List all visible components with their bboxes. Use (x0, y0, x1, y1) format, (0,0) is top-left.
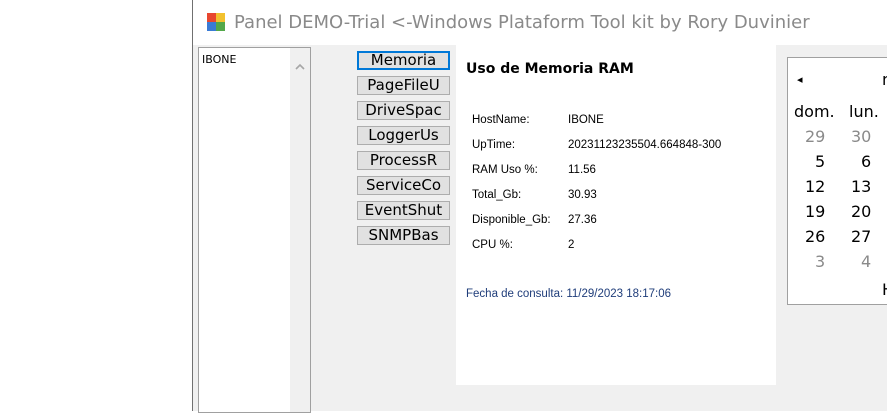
cpu-label: CPU %: (472, 239, 513, 251)
pagefile-button[interactable]: PageFileU (357, 76, 450, 95)
chevron-left-icon[interactable]: ◂ (797, 73, 803, 86)
memoria-button[interactable]: Memoria (357, 51, 450, 70)
drivespace-button[interactable]: DriveSpac (357, 101, 450, 120)
calendar-day[interactable]: 30 (851, 127, 871, 146)
app-icon (207, 13, 225, 31)
calendar-day[interactable]: 4 (861, 252, 871, 271)
hostname-value: IBONE (568, 114, 604, 126)
calendar-day[interactable]: 19 (805, 202, 825, 221)
calendar-day[interactable]: 3 (815, 252, 825, 271)
panel-title: Uso de Memoria RAM (466, 61, 634, 77)
cpu-value: 2 (568, 239, 575, 251)
query-timestamp: Fecha de consulta: 11/29/2023 18:17:06 (466, 288, 672, 300)
memory-info-panel: Uso de Memoria RAM HostName: IBONE UpTim… (456, 45, 776, 385)
calendar-day[interactable]: 13 (851, 177, 871, 196)
client-area: IBONE Memoria PageFileU DriveSpac Logger… (193, 45, 887, 413)
calendar-day[interactable]: 20 (851, 202, 871, 221)
calendar-day[interactable]: 27 (851, 227, 871, 246)
calendar-day[interactable]: 12 (805, 177, 825, 196)
calendar-today-link[interactable]: H (882, 280, 887, 299)
calendar-day[interactable]: 5 (815, 152, 825, 171)
processes-button[interactable]: ProcessR (357, 151, 450, 170)
day-header-monday: lun. (849, 102, 879, 121)
list-item[interactable]: IBONE (202, 53, 236, 66)
calendar-area: ◂ n dom. lun. 29 30 5 6 12 13 19 20 26 2… (776, 45, 887, 317)
available-gb-value: 27.36 (568, 214, 597, 226)
hostname-label: HostName: (472, 114, 530, 126)
month-calendar[interactable]: ◂ n dom. lun. 29 30 5 6 12 13 19 20 26 2… (787, 57, 887, 305)
title-bar: Panel DEMO-Trial <-Windows Plataform Too… (193, 0, 887, 45)
total-gb-value: 30.93 (568, 189, 597, 201)
calendar-day[interactable]: 29 (805, 127, 825, 146)
loggerusers-button[interactable]: LoggerUs (357, 126, 450, 145)
uptime-label: UpTime: (472, 139, 516, 151)
uptime-value: 20231123235504.664848-300 (568, 139, 722, 151)
calendar-day[interactable]: 6 (861, 152, 871, 171)
vertical-scrollbar[interactable] (290, 48, 310, 412)
calendar-day[interactable]: 26 (805, 227, 825, 246)
day-header-sunday: dom. (794, 102, 835, 121)
window-title: Panel DEMO-Trial <-Windows Plataform Too… (234, 12, 810, 33)
available-gb-label: Disponible_Gb: (472, 214, 551, 226)
snmp-button[interactable]: SNMPBas (357, 226, 450, 245)
hosts-listbox[interactable]: IBONE (198, 47, 311, 413)
app-window: Panel DEMO-Trial <-Windows Plataform Too… (192, 0, 887, 413)
chevron-up-icon[interactable] (290, 60, 310, 74)
eventshutdown-button[interactable]: EventShut (357, 201, 450, 220)
calendar-month-title[interactable]: n (882, 70, 887, 89)
total-gb-label: Total_Gb: (472, 189, 522, 201)
services-button[interactable]: ServiceCo (357, 176, 450, 195)
ram-usage-value: 11.56 (568, 164, 596, 176)
ram-usage-label: RAM Uso %: (472, 164, 538, 176)
